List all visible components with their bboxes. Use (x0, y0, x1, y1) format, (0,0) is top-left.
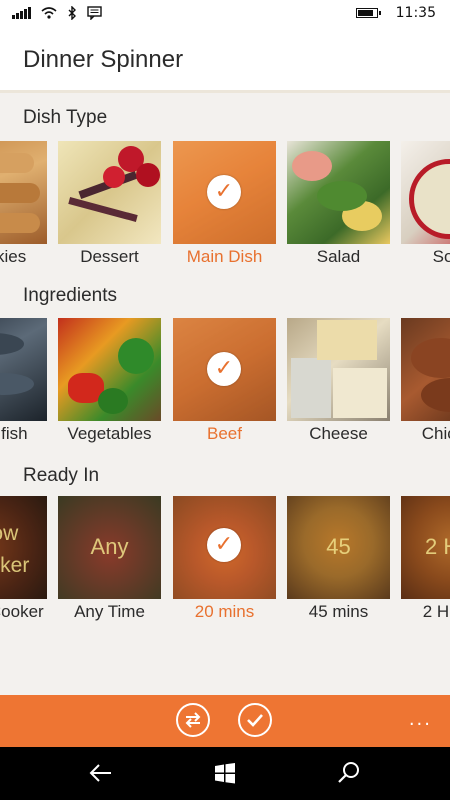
tile-main-dish[interactable]: ✓ Main Dish (173, 141, 276, 266)
dish-type-row[interactable]: Cookies Dessert ✓ Main Dish Salad Soup (0, 141, 450, 281)
section-title-dish-type: Dish Type (23, 107, 108, 128)
tile-any-time[interactable]: Any Any Time (58, 496, 161, 621)
bluetooth-icon (68, 6, 76, 20)
tile-2-hours[interactable]: 2 Hours 2 Hours (401, 496, 450, 621)
search-button[interactable] (334, 759, 364, 789)
more-options-button[interactable]: ... (409, 709, 432, 730)
checkmark-icon (247, 714, 263, 727)
status-bar: 11:35 (0, 0, 450, 28)
system-nav-bar (0, 747, 450, 800)
start-button[interactable] (210, 759, 240, 789)
tile-label: Soup (432, 247, 450, 266)
tile-cookies[interactable]: Cookies (0, 141, 47, 266)
tile-image (401, 141, 450, 244)
tile-label: Chicken (421, 424, 450, 443)
search-icon (338, 762, 359, 783)
tile-vegetables[interactable]: Vegetables (58, 318, 161, 443)
tile-image (401, 318, 450, 421)
tile-45-mins[interactable]: 45 45 mins (287, 496, 390, 621)
tile-salad[interactable]: Salad (287, 141, 390, 266)
selected-check-icon: ✓ (207, 528, 241, 562)
tile-label: 2 Hours (422, 602, 450, 621)
tile-image (0, 141, 47, 244)
tile-image (287, 141, 390, 244)
tile-image (287, 318, 390, 421)
tile-slow-cooker[interactable]: Slow Cooker Slow Cooker (0, 496, 47, 621)
signal-strength-icon (12, 7, 31, 19)
battery-icon (355, 8, 381, 18)
tile-chicken[interactable]: Chicken (401, 318, 450, 443)
overlay-text: Any (90, 534, 129, 559)
tile-soup[interactable]: Soup (401, 141, 450, 266)
tile-image: ✓ (173, 496, 276, 599)
tile-shellfish[interactable]: Shellfish (0, 318, 47, 443)
tile-image (58, 141, 161, 244)
accept-button[interactable] (238, 703, 272, 737)
windows-logo-icon (215, 763, 235, 784)
tile-image: 45 (287, 496, 390, 599)
tile-image (58, 318, 161, 421)
tile-cheese[interactable]: Cheese (287, 318, 390, 443)
tile-image: ✓ (173, 318, 276, 421)
tile-image: Slow Cooker (0, 496, 47, 599)
wifi-icon (41, 7, 57, 19)
section-title-ready-in: Ready In (23, 465, 100, 486)
status-time: 11:35 (395, 5, 436, 21)
ready-in-row[interactable]: Slow Cooker Slow Cooker Any Any Time ✓ 2… (0, 496, 450, 636)
command-bar: ... (0, 695, 450, 747)
tile-image: 2 Hours (401, 496, 450, 599)
tile-image (0, 318, 47, 421)
swap-arrows-icon (185, 712, 201, 728)
selected-check-icon: ✓ (207, 352, 241, 386)
tile-image: ✓ (173, 141, 276, 244)
back-arrow-icon (89, 764, 111, 782)
back-button[interactable] (86, 759, 116, 789)
overlay-text: 2 Hours (425, 534, 450, 559)
selected-check-icon: ✓ (207, 175, 241, 209)
overlay-text: Slow Cooker (0, 522, 30, 577)
tile-dessert[interactable]: Dessert (58, 141, 161, 266)
tile-image: Any (58, 496, 161, 599)
ingredients-row[interactable]: Shellfish Vegetables ✓ Beef Cheese Chick… (0, 318, 450, 458)
overlay-text: 45 (326, 534, 351, 559)
page-title: Dinner Spinner (23, 46, 184, 73)
message-icon (87, 6, 102, 20)
tile-20-mins[interactable]: ✓ 20 mins (173, 496, 276, 621)
spin-button[interactable] (176, 703, 210, 737)
section-title-ingredients: Ingredients (23, 285, 118, 306)
tile-beef[interactable]: ✓ Beef (173, 318, 276, 443)
app-header: Dinner Spinner (0, 28, 450, 93)
